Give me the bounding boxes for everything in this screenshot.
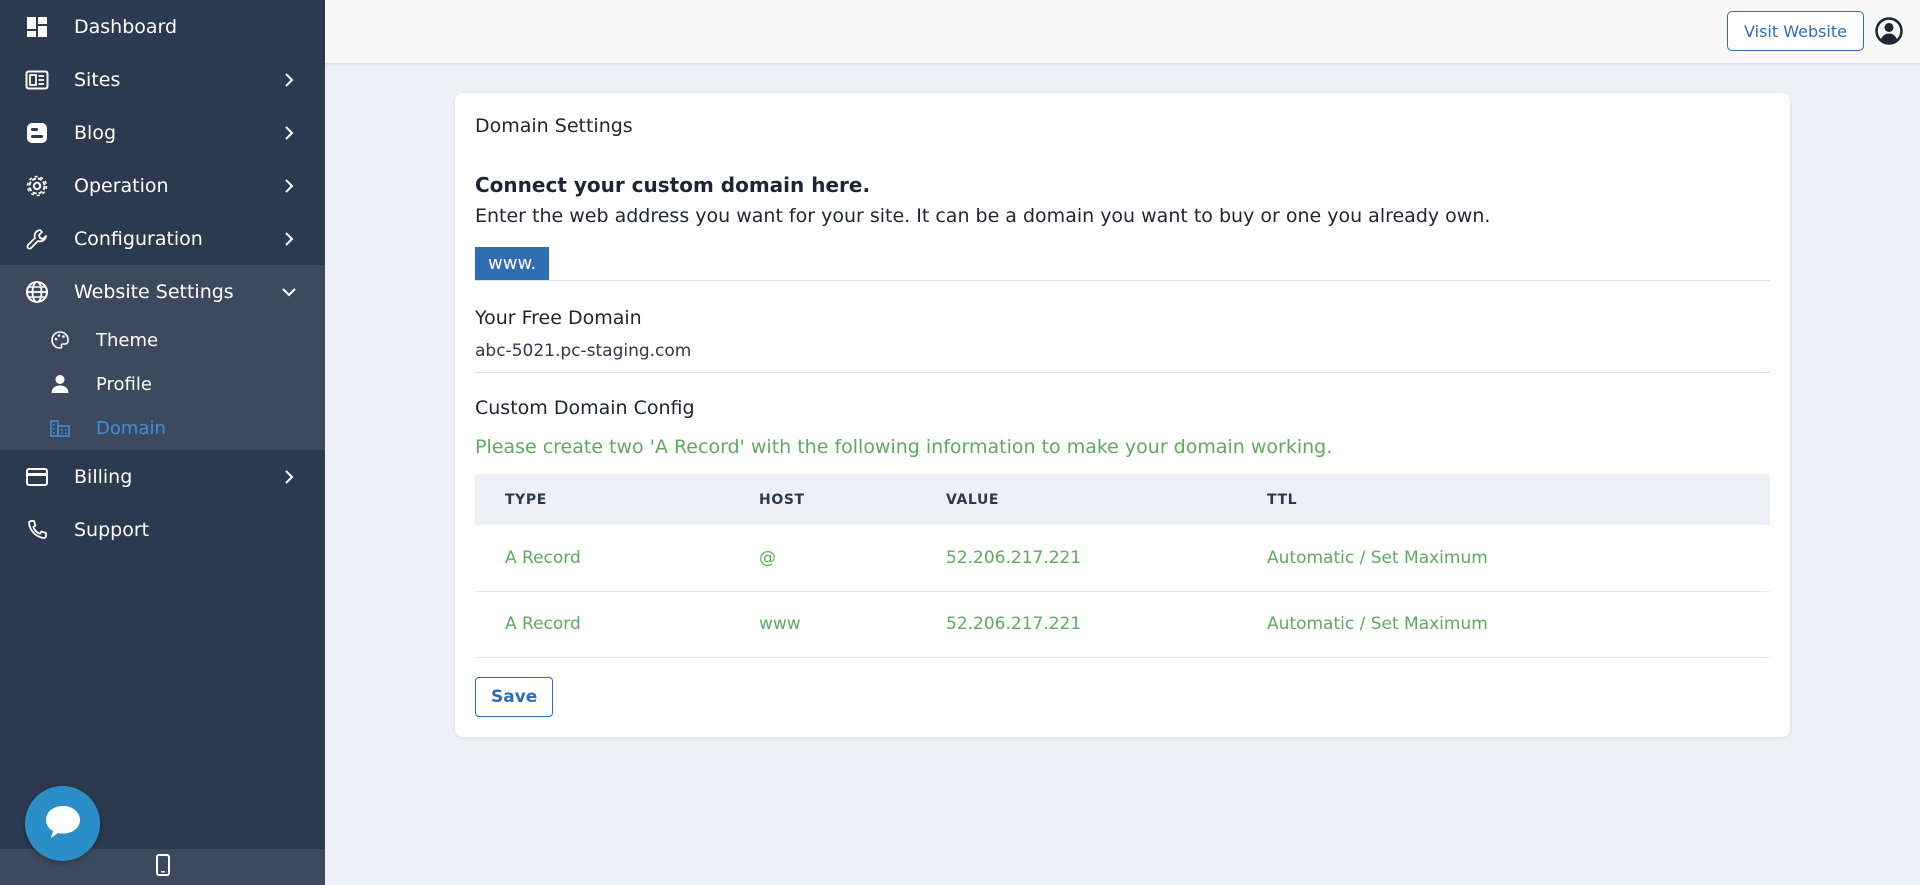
- column-header-value: VALUE: [916, 474, 1237, 525]
- cell-type: A Record: [475, 591, 729, 658]
- sidebar-item-support[interactable]: Support: [0, 503, 325, 556]
- custom-domain-config-note: Please create two 'A Record' with the fo…: [475, 436, 1333, 458]
- globe-icon: [24, 279, 50, 305]
- table-row: A Record www 52.206.217.221 Automatic / …: [475, 591, 1770, 658]
- dashboard-icon: [24, 14, 50, 40]
- free-domain-label: Your Free Domain: [475, 307, 642, 329]
- cell-ttl: Automatic / Set Maximum: [1237, 591, 1770, 658]
- chevron-right-icon: [281, 178, 297, 194]
- sidebar-subitem-theme[interactable]: Theme: [0, 318, 325, 362]
- account-circle-icon[interactable]: [1874, 16, 1904, 46]
- column-header-ttl: TTL: [1237, 474, 1770, 525]
- sidebar-item-label: Website Settings: [74, 280, 234, 303]
- palette-icon: [48, 328, 72, 352]
- chevron-down-icon: [281, 284, 297, 300]
- domain-icon: [48, 416, 72, 440]
- sidebar-item-label: Billing: [74, 465, 133, 488]
- cell-value: 52.206.217.221: [916, 591, 1237, 658]
- column-header-host: HOST: [729, 474, 916, 525]
- cell-ttl: Automatic / Set Maximum: [1237, 525, 1770, 592]
- sidebar-subitem-label: Theme: [96, 329, 159, 351]
- person-icon: [48, 372, 72, 396]
- wrench-icon: [24, 226, 50, 252]
- mobile-phone-icon: [155, 854, 170, 880]
- chat-widget-button[interactable]: [25, 786, 100, 861]
- domain-settings-card: Domain Settings Connect your custom doma…: [455, 93, 1790, 737]
- chevron-right-icon: [281, 469, 297, 485]
- cell-host: www: [729, 591, 916, 658]
- sidebar-subitem-label: Profile: [96, 373, 152, 395]
- free-domain-value: abc-5021.pc-staging.com: [475, 341, 1770, 373]
- sidebar-item-billing[interactable]: Billing: [0, 450, 325, 503]
- sidebar-item-blog[interactable]: Blog: [0, 106, 325, 159]
- top-bar: Visit Website: [325, 0, 1920, 63]
- page-title: Domain Settings: [475, 115, 633, 137]
- phone-icon: [24, 517, 50, 543]
- sidebar: Dashboard Sites Blog Operation Configura…: [0, 0, 325, 885]
- gear-icon: [24, 173, 50, 199]
- chevron-right-icon: [281, 231, 297, 247]
- sidebar-item-configuration[interactable]: Configuration: [0, 212, 325, 265]
- sidebar-item-label: Operation: [74, 174, 169, 197]
- sidebar-item-label: Support: [74, 518, 150, 541]
- website-settings-group: Website Settings Theme Profile Domain: [0, 265, 325, 450]
- table-row: A Record @ 52.206.217.221 Automatic / Se…: [475, 525, 1770, 592]
- custom-domain-field: www.: [475, 247, 1770, 281]
- column-header-type: TYPE: [475, 474, 729, 525]
- sidebar-item-label: Dashboard: [74, 15, 178, 38]
- sidebar-item-sites[interactable]: Sites: [0, 53, 325, 106]
- blog-icon: [24, 120, 50, 146]
- save-button[interactable]: Save: [475, 677, 554, 717]
- chat-icon: [43, 803, 83, 845]
- sidebar-item-label: Blog: [74, 121, 116, 144]
- sidebar-item-label: Sites: [74, 68, 121, 91]
- sidebar-item-website-settings[interactable]: Website Settings: [0, 265, 325, 318]
- custom-domain-input[interactable]: [549, 247, 1770, 280]
- dns-records-table: TYPE HOST VALUE TTL A Record @ 52.206.21…: [475, 474, 1770, 658]
- sidebar-subitem-profile[interactable]: Profile: [0, 362, 325, 406]
- visit-website-button[interactable]: Visit Website: [1727, 11, 1864, 51]
- cell-type: A Record: [475, 525, 729, 592]
- sidebar-item-label: Configuration: [74, 227, 203, 250]
- credit-card-icon: [24, 464, 50, 490]
- cell-value: 52.206.217.221: [916, 525, 1237, 592]
- chevron-right-icon: [281, 72, 297, 88]
- sidebar-item-dashboard[interactable]: Dashboard: [0, 0, 325, 53]
- sidebar-subitem-label: Domain: [96, 417, 166, 439]
- table-header-row: TYPE HOST VALUE TTL: [475, 474, 1770, 525]
- sites-icon: [24, 67, 50, 93]
- connect-domain-description: Enter the web address you want for your …: [475, 205, 1491, 227]
- connect-domain-heading: Connect your custom domain here.: [475, 173, 871, 197]
- chevron-right-icon: [281, 125, 297, 141]
- sidebar-item-operation[interactable]: Operation: [0, 159, 325, 212]
- custom-domain-config-label: Custom Domain Config: [475, 397, 695, 419]
- www-prefix-label: www.: [475, 247, 550, 280]
- sidebar-subitem-domain[interactable]: Domain: [0, 406, 325, 450]
- cell-host: @: [729, 525, 916, 592]
